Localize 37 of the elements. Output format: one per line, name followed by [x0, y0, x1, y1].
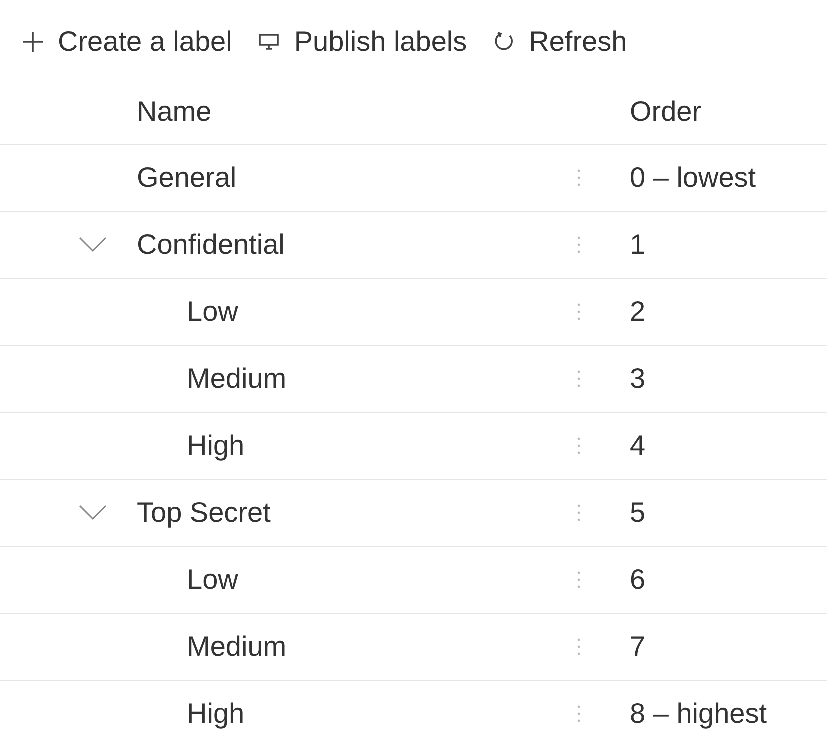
more-icon[interactable]	[577, 504, 581, 522]
order-value: 5	[630, 496, 647, 530]
order-value: 8 – highest	[630, 697, 768, 731]
label-name: High	[186, 697, 246, 731]
order-value: 6	[630, 563, 647, 597]
monitor-icon	[258, 32, 280, 52]
chevron-icon[interactable]	[79, 505, 107, 521]
plus-icon	[22, 31, 44, 53]
more-icon[interactable]	[577, 638, 581, 656]
order-value: 1	[630, 228, 647, 262]
label-name: General	[137, 161, 238, 195]
order-value: 3	[630, 362, 647, 396]
more-icon[interactable]	[577, 571, 581, 589]
toolbar-button[interactable]: Create a label	[22, 26, 232, 58]
more-icon[interactable]	[577, 370, 581, 388]
order-value: 0 – lowest	[630, 161, 758, 195]
label-name: Top Secret	[137, 496, 272, 530]
toolbar-button[interactable]: Publish labels	[258, 26, 468, 58]
toolbar-button[interactable]: Refresh	[493, 26, 628, 58]
refresh-icon	[493, 31, 516, 53]
label-name: Medium	[186, 630, 288, 664]
label-name: High	[186, 429, 246, 463]
more-icon[interactable]	[577, 303, 581, 321]
label-name: Low	[186, 295, 240, 329]
label-name: Medium	[186, 362, 288, 396]
more-icon[interactable]	[577, 705, 581, 723]
order-value: 4	[630, 429, 647, 463]
more-icon[interactable]	[577, 169, 581, 187]
more-icon[interactable]	[577, 236, 581, 254]
label-name: Confidential	[137, 228, 286, 262]
more-icon[interactable]	[577, 437, 581, 455]
chevron-icon[interactable]	[79, 237, 107, 253]
column-header[interactable]: Order	[630, 80, 827, 144]
order-value: 2	[630, 295, 647, 329]
label-name: Low	[186, 563, 240, 597]
order-value: 7	[630, 630, 647, 664]
column-header[interactable]: Name	[137, 80, 577, 144]
